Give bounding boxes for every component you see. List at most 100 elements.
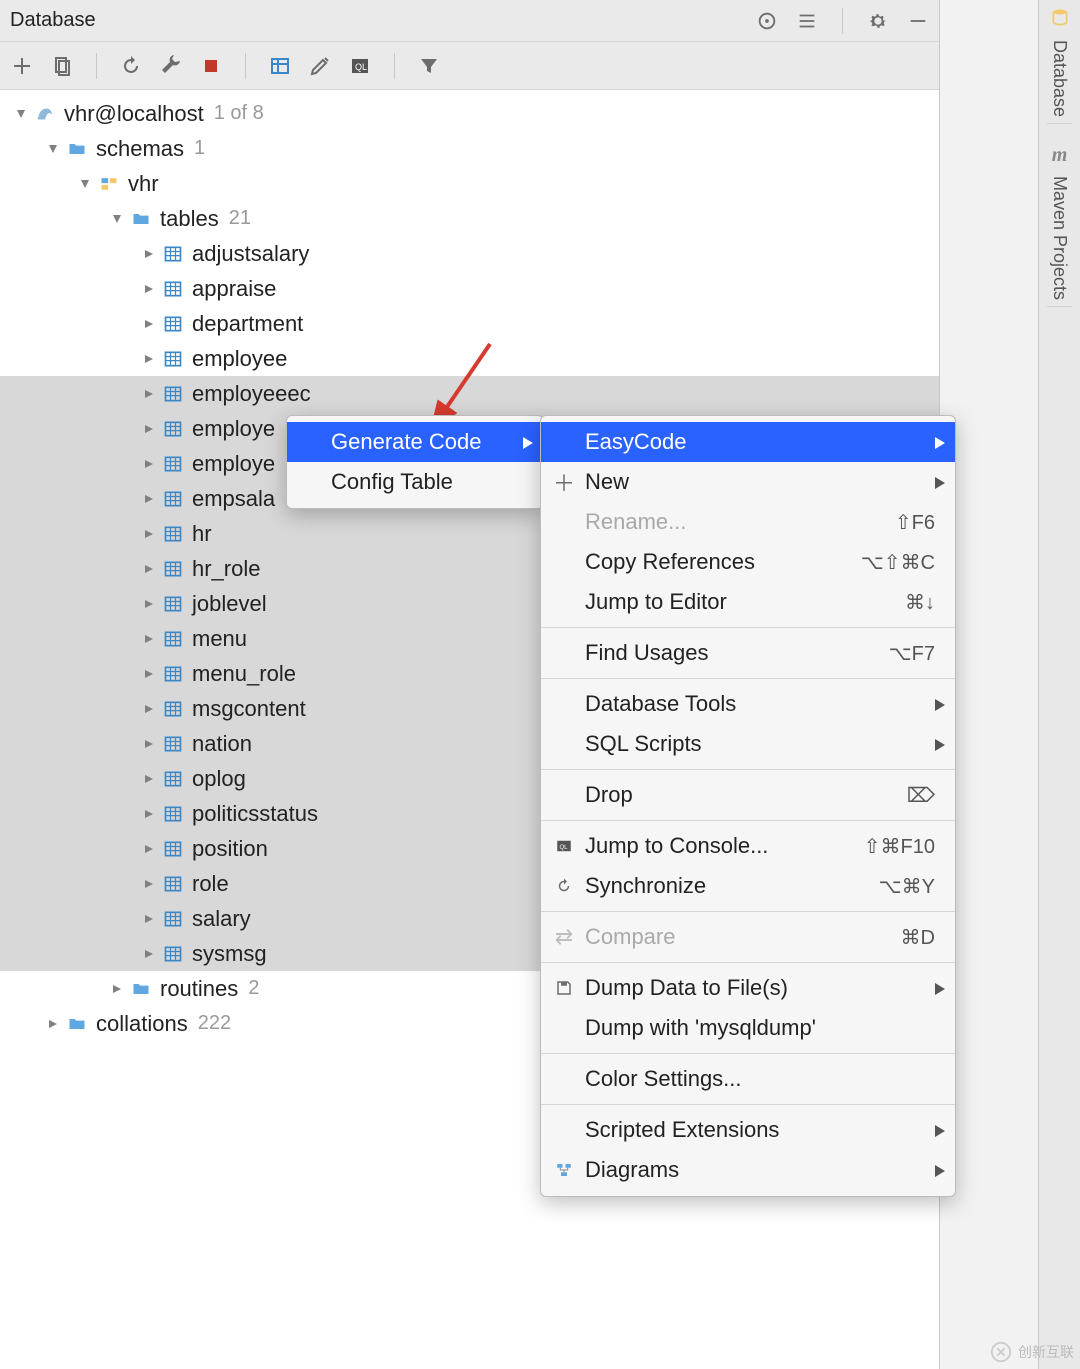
collapse-icon[interactable]: [140, 490, 158, 508]
collapse-icon[interactable]: [140, 735, 158, 753]
menu-drop[interactable]: Drop ⌦: [541, 775, 955, 815]
sidetab-maven[interactable]: Maven Projects: [1047, 170, 1072, 307]
menu-jump-editor[interactable]: Jump to Editor ⌘↓: [541, 582, 955, 622]
table-row[interactable]: adjustsalary: [0, 236, 939, 271]
table-name: employeeec: [192, 381, 311, 407]
menu-synchronize[interactable]: Synchronize ⌥⌘Y: [541, 866, 955, 906]
filter-icon[interactable]: [417, 54, 441, 78]
table-row[interactable]: department: [0, 306, 939, 341]
table-name: hr: [192, 521, 212, 547]
tree-schemas[interactable]: schemas 1: [0, 131, 939, 166]
add-icon[interactable]: [10, 54, 34, 78]
refresh-icon[interactable]: [119, 54, 143, 78]
collapse-icon[interactable]: [140, 350, 158, 368]
shortcut: ⌥⇧⌘C: [861, 550, 935, 575]
collapse-icon[interactable]: [140, 595, 158, 613]
collapse-icon[interactable]: [796, 10, 818, 32]
table-name: employe: [192, 451, 275, 477]
table-icon: [162, 908, 184, 930]
copy-icon[interactable]: [50, 54, 74, 78]
menu-copy-references[interactable]: Copy References ⌥⇧⌘C: [541, 542, 955, 582]
context-menu: EasyCode ＋ New Rename... ⇧F6 Copy Refere…: [540, 415, 956, 1197]
edit-icon[interactable]: [308, 54, 332, 78]
expand-icon[interactable]: [12, 105, 30, 123]
connection-count: 1 of 8: [214, 102, 264, 125]
table-icon: [162, 523, 184, 545]
tree-connection[interactable]: vhr@localhost 1 of 8: [0, 96, 939, 131]
menu-generate-code[interactable]: Generate Code: [287, 422, 543, 462]
table-name: employee: [192, 346, 287, 372]
menu-separator: [541, 1104, 955, 1105]
collapse-icon[interactable]: [140, 630, 158, 648]
table-name: joblevel: [192, 591, 267, 617]
submenu-easycode: Generate Code Config Table: [286, 415, 544, 509]
tables-label: tables: [160, 206, 219, 232]
menu-item-label: Jump to Editor: [585, 589, 727, 615]
collapse-icon[interactable]: [140, 315, 158, 333]
menu-jump-console[interactable]: QL Jump to Console... ⇧⌘F10: [541, 826, 955, 866]
db-label: vhr: [128, 171, 159, 197]
table-icon: [162, 873, 184, 895]
wrench-icon[interactable]: [159, 54, 183, 78]
collapse-icon[interactable]: [44, 1015, 62, 1033]
menu-separator: [541, 911, 955, 912]
gear-icon[interactable]: [867, 10, 889, 32]
table-icon: [162, 313, 184, 335]
expand-icon[interactable]: [108, 210, 126, 228]
database-tab-icon[interactable]: [1049, 6, 1071, 28]
menu-diagrams[interactable]: Diagrams: [541, 1150, 955, 1190]
collapse-icon[interactable]: [140, 420, 158, 438]
collapse-icon[interactable]: [140, 280, 158, 298]
menu-dump-to-file[interactable]: Dump Data to File(s): [541, 968, 955, 1008]
menu-config-table[interactable]: Config Table: [287, 462, 543, 502]
collapse-icon[interactable]: [140, 840, 158, 858]
menu-dump-mysqldump[interactable]: Dump with 'mysqldump': [541, 1008, 955, 1048]
collapse-icon[interactable]: [140, 910, 158, 928]
menu-sql-scripts[interactable]: SQL Scripts: [541, 724, 955, 764]
collapse-icon[interactable]: [140, 945, 158, 963]
collapse-icon[interactable]: [140, 455, 158, 473]
target-icon[interactable]: [756, 10, 778, 32]
menu-scripted-extensions[interactable]: Scripted Extensions: [541, 1110, 955, 1150]
save-icon: [553, 977, 575, 999]
collapse-icon[interactable]: [140, 700, 158, 718]
table-row[interactable]: employee: [0, 341, 939, 376]
collapse-icon[interactable]: [140, 665, 158, 683]
tree-db[interactable]: vhr: [0, 166, 939, 201]
menu-color-settings[interactable]: Color Settings...: [541, 1059, 955, 1099]
minimize-icon[interactable]: [907, 10, 929, 32]
sql-console-icon[interactable]: QL: [348, 54, 372, 78]
sql-console-icon: QL: [553, 835, 575, 857]
menu-new[interactable]: ＋ New: [541, 462, 955, 502]
menu-easycode[interactable]: EasyCode: [541, 422, 955, 462]
collapse-icon[interactable]: [140, 875, 158, 893]
menu-item-label: Color Settings...: [585, 1066, 742, 1092]
menu-item-label: Drop: [585, 782, 633, 808]
collapse-icon[interactable]: [140, 560, 158, 578]
collapse-icon[interactable]: [140, 525, 158, 543]
table-view-icon[interactable]: [268, 54, 292, 78]
table-icon: [162, 768, 184, 790]
collapse-icon[interactable]: [140, 385, 158, 403]
table-row[interactable]: employeeec: [0, 376, 939, 411]
separator: [394, 53, 395, 79]
expand-icon[interactable]: [44, 140, 62, 158]
tree-tables[interactable]: tables 21: [0, 201, 939, 236]
expand-icon[interactable]: [76, 175, 94, 193]
collapse-icon[interactable]: [140, 245, 158, 263]
menu-item-label: Config Table: [331, 469, 453, 495]
table-name: sysmsg: [192, 941, 267, 967]
sidetab-database[interactable]: Database: [1047, 34, 1072, 124]
menu-find-usages[interactable]: Find Usages ⌥F7: [541, 633, 955, 673]
collapse-icon[interactable]: [140, 805, 158, 823]
maven-tab-icon[interactable]: m: [1049, 144, 1071, 166]
table-row[interactable]: appraise: [0, 271, 939, 306]
menu-separator: [541, 962, 955, 963]
table-icon: [162, 593, 184, 615]
collapse-icon[interactable]: [108, 980, 126, 998]
collapse-icon[interactable]: [140, 770, 158, 788]
menu-separator: [541, 678, 955, 679]
collations-label: collations: [96, 1011, 188, 1037]
stop-icon[interactable]: [199, 54, 223, 78]
menu-database-tools[interactable]: Database Tools: [541, 684, 955, 724]
